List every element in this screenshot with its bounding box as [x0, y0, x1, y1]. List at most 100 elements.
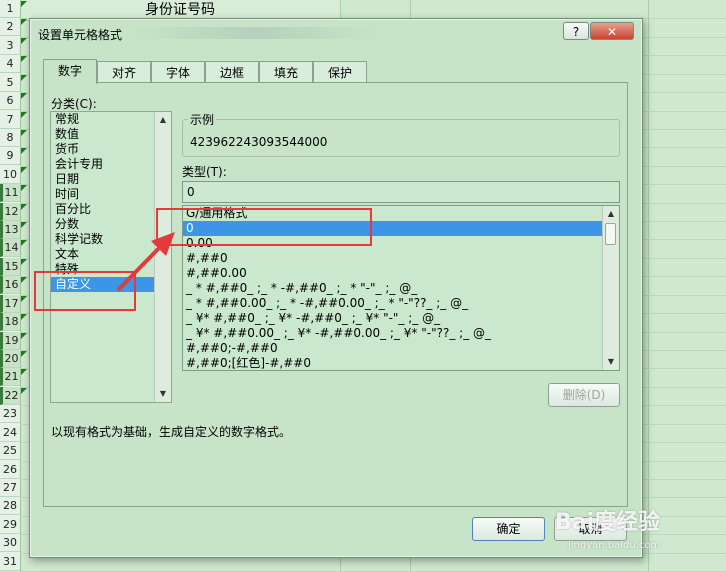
- error-indicator-icon: [21, 130, 27, 136]
- blurred-region: [125, 27, 385, 39]
- error-indicator-icon: [21, 112, 27, 118]
- row-number[interactable]: 4: [0, 55, 20, 73]
- category-scrollbar[interactable]: ▲ ▼: [154, 112, 171, 402]
- error-indicator-icon: [21, 56, 27, 62]
- error-indicator-icon: [21, 1, 27, 7]
- row-number[interactable]: 15: [0, 258, 20, 276]
- row-number[interactable]: 20: [0, 350, 20, 368]
- row-number[interactable]: 3: [0, 37, 20, 55]
- row-number[interactable]: 16: [0, 276, 20, 294]
- format-item[interactable]: #,##0: [183, 251, 619, 266]
- row-number[interactable]: 5: [0, 74, 20, 92]
- dialog-title: 设置单元格格式: [38, 28, 123, 42]
- category-item[interactable]: 会计专用: [51, 157, 171, 172]
- format-item[interactable]: _ ¥* #,##0_ ;_ ¥* -#,##0_ ;_ ¥* "-"_ ;_ …: [183, 311, 619, 326]
- category-item[interactable]: 科学记数: [51, 232, 171, 247]
- row-number[interactable]: 25: [0, 442, 20, 460]
- row-number[interactable]: 8: [0, 129, 20, 147]
- tab-fill[interactable]: 填充: [259, 61, 313, 83]
- error-indicator-icon: [21, 314, 27, 320]
- error-indicator-icon: [21, 38, 27, 44]
- tab-number[interactable]: 数字: [43, 59, 97, 84]
- row-number[interactable]: 24: [0, 424, 20, 442]
- row-number[interactable]: 27: [0, 479, 20, 497]
- row-number[interactable]: 21: [0, 368, 20, 386]
- error-indicator-icon: [21, 240, 27, 246]
- error-indicator-icon: [21, 277, 27, 283]
- category-item[interactable]: 时间: [51, 187, 171, 202]
- error-indicator-icon: [21, 369, 27, 375]
- row-number[interactable]: 28: [0, 497, 20, 515]
- watermark-logo: Bai度经验: [555, 510, 661, 535]
- format-item[interactable]: #,##0;-#,##0: [183, 341, 619, 356]
- error-indicator-icon: [21, 222, 27, 228]
- row-number[interactable]: 12: [0, 203, 20, 221]
- row-number[interactable]: 7: [0, 111, 20, 129]
- error-indicator-icon: [21, 19, 27, 25]
- category-item[interactable]: 文本: [51, 247, 171, 262]
- row-number[interactable]: 2: [0, 18, 20, 36]
- delete-button[interactable]: 删除(D): [548, 383, 620, 407]
- row-number[interactable]: 13: [0, 221, 20, 239]
- row-number[interactable]: 11: [0, 184, 20, 202]
- row-number[interactable]: 29: [0, 516, 20, 534]
- row-number[interactable]: 10: [0, 166, 20, 184]
- tab-font[interactable]: 字体: [151, 61, 205, 83]
- error-indicator-icon: [21, 185, 27, 191]
- format-item[interactable]: _ * #,##0.00_ ;_ * -#,##0.00_ ;_ * "-"??…: [183, 296, 619, 311]
- row-number[interactable]: 9: [0, 147, 20, 165]
- error-indicator-icon: [21, 204, 27, 210]
- category-item[interactable]: 百分比: [51, 202, 171, 217]
- help-button[interactable]: ?: [563, 22, 589, 40]
- row-number[interactable]: 19: [0, 332, 20, 350]
- format-scrollbar[interactable]: ▲ ▼: [602, 206, 619, 370]
- category-item[interactable]: 数值: [51, 127, 171, 142]
- sample-value: 423962243093544000: [190, 135, 328, 149]
- row-number[interactable]: 6: [0, 92, 20, 110]
- row-number[interactable]: 23: [0, 405, 20, 423]
- row-number[interactable]: 17: [0, 295, 20, 313]
- scroll-down-arrow-icon[interactable]: ▼: [155, 386, 171, 402]
- category-item[interactable]: 分数: [51, 217, 171, 232]
- category-list[interactable]: 常规 数值 货币 会计专用 日期 时间 百分比 分数 科学记数 文本 特殊 自定…: [50, 111, 172, 403]
- row-number[interactable]: 22: [0, 387, 20, 405]
- row-number[interactable]: 1: [0, 0, 20, 18]
- scroll-thumb[interactable]: [605, 223, 616, 245]
- row-number[interactable]: 30: [0, 534, 20, 552]
- tab-protection[interactable]: 保护: [313, 61, 367, 83]
- tab-alignment[interactable]: 对齐: [97, 61, 151, 83]
- error-indicator-icon: [21, 148, 27, 154]
- row-number[interactable]: 14: [0, 239, 20, 257]
- type-label: 类型(T):: [182, 165, 227, 179]
- error-indicator-icon: [21, 75, 27, 81]
- row-number[interactable]: 26: [0, 461, 20, 479]
- error-indicator-icon: [21, 296, 27, 302]
- scroll-down-arrow-icon[interactable]: ▼: [603, 354, 619, 370]
- dialog-titlebar[interactable]: 设置单元格格式 ? ✕: [30, 19, 642, 49]
- category-item[interactable]: 货币: [51, 142, 171, 157]
- error-indicator-icon: [21, 388, 27, 394]
- ok-button[interactable]: 确定: [472, 517, 545, 541]
- grid-column-line: [648, 0, 649, 571]
- error-indicator-icon: [21, 167, 27, 173]
- sample-label: 示例: [188, 111, 217, 128]
- row-number[interactable]: 18: [0, 313, 20, 331]
- error-indicator-icon: [21, 93, 27, 99]
- scroll-up-arrow-icon[interactable]: ▲: [603, 206, 619, 222]
- highlight-box-format: [156, 208, 372, 246]
- format-item[interactable]: #,##0;[红色]-#,##0: [183, 356, 619, 370]
- highlight-box-category: [34, 271, 136, 311]
- close-button[interactable]: ✕: [590, 22, 634, 40]
- scroll-up-arrow-icon[interactable]: ▲: [155, 112, 171, 128]
- type-input[interactable]: 0: [182, 181, 620, 203]
- format-item[interactable]: _ * #,##0_ ;_ * -#,##0_ ;_ * "-"_ ;_ @_: [183, 281, 619, 296]
- watermark-url: jingyan.baidu.com: [568, 540, 661, 551]
- category-item[interactable]: 日期: [51, 172, 171, 187]
- category-item[interactable]: 常规: [51, 112, 171, 127]
- error-indicator-icon: [21, 351, 27, 357]
- format-item[interactable]: #,##0.00: [183, 266, 619, 281]
- format-item[interactable]: _ ¥* #,##0.00_ ;_ ¥* -#,##0.00_ ;_ ¥* "-…: [183, 326, 619, 341]
- tab-border[interactable]: 边框: [205, 61, 259, 83]
- row-number[interactable]: 31: [0, 553, 20, 571]
- error-indicator-icon: [21, 259, 27, 265]
